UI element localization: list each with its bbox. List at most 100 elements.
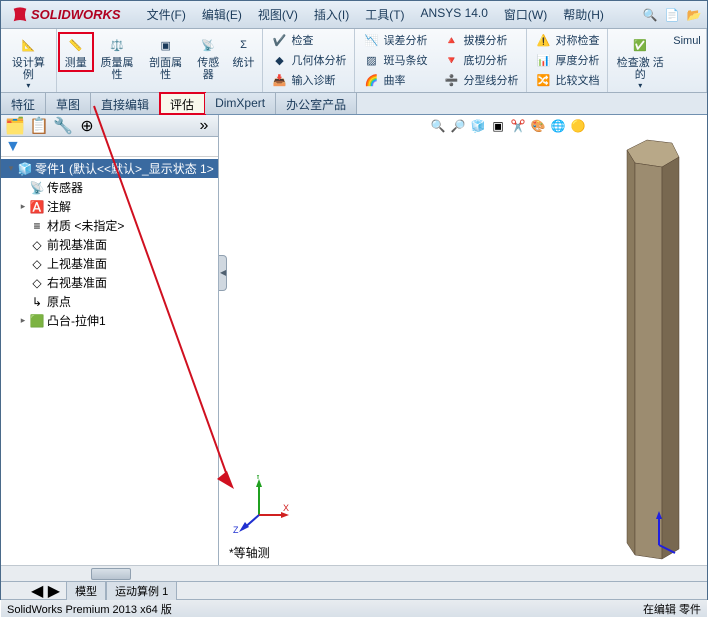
compare-icon: 🔀 — [535, 72, 551, 88]
design-study-button[interactable]: 📐 设计算 例 ▾ — [3, 33, 54, 92]
render-icon[interactable]: 🟡 — [569, 117, 587, 135]
draft-button[interactable]: 🔺拔模分析 — [439, 31, 522, 49]
tree-extrude[interactable]: ▸🟩凸台-拉伸1 — [1, 311, 218, 330]
scene-icon[interactable]: 🎨 — [529, 117, 547, 135]
check-button[interactable]: ✔️检查 — [267, 31, 350, 49]
feature-tree-tab[interactable]: 🗂️ — [5, 117, 25, 135]
undercut-button[interactable]: 🔻底切分析 — [439, 51, 522, 69]
sensor-button[interactable]: 📡 传感器 — [190, 33, 227, 83]
menu-tools[interactable]: 工具(T) — [357, 2, 412, 27]
tree-origin[interactable]: ↳原点 — [1, 292, 218, 311]
tab-office[interactable]: 办公室产品 — [276, 93, 357, 114]
scrollbar-horizontal[interactable] — [1, 565, 707, 581]
command-tabs: 特征 草图 直接编辑 评估 DimXpert 办公室产品 — [1, 93, 707, 115]
measure-icon: 📏 — [66, 35, 86, 55]
tree-root[interactable]: ▾🧊零件1 (默认<<默认>_显示状态 1> — [1, 159, 218, 178]
zebra-icon: ▨ — [363, 52, 379, 68]
dimxpert-tab[interactable]: ⊕ — [77, 117, 97, 135]
tab-dimxpert[interactable]: DimXpert — [205, 93, 276, 114]
compare-button[interactable]: 🔀比较文档 — [531, 71, 603, 89]
geometry-button[interactable]: ◆几何体分析 — [267, 51, 350, 69]
geometry-icon: ◆ — [271, 52, 287, 68]
thickness-button[interactable]: 📊厚度分析 — [531, 51, 603, 69]
thickness-icon: 📊 — [535, 52, 551, 68]
section-props-button[interactable]: ▣ 剖面属 性 — [141, 33, 190, 83]
tab-model[interactable]: 模型 — [66, 581, 106, 600]
mass-props-button[interactable]: ⚖️ 质量属 性 — [93, 33, 142, 83]
symmetry-icon: ⚠️ — [535, 32, 551, 48]
undercut-icon: 🔻 — [443, 52, 459, 68]
solidworks-icon — [11, 6, 29, 24]
tree-sensors[interactable]: 📡传感器 — [1, 178, 218, 197]
view-orient-icon[interactable]: 🧊 — [469, 117, 487, 135]
app-logo: SOLIDWORKS — [1, 6, 131, 24]
tab-motion[interactable]: 运动算例 1 — [106, 581, 177, 600]
menu-help[interactable]: 帮助(H) — [555, 2, 612, 27]
curvature-button[interactable]: 🌈曲率 — [359, 71, 431, 89]
check-active-icon: ✅ — [630, 35, 650, 55]
titlebar: SOLIDWORKS 文件(F) 编辑(E) 视图(V) 插入(I) 工具(T)… — [1, 1, 707, 29]
view-label: *等轴测 — [229, 544, 270, 561]
tree-material[interactable]: ≡材质 <未指定> — [1, 216, 218, 235]
model-hexagonal-prism — [617, 135, 697, 565]
svg-text:Z: Z — [233, 525, 239, 535]
coordinate-triad: Y X Z — [229, 475, 289, 535]
chevron-down-icon: ▾ — [26, 81, 30, 90]
parting-button[interactable]: ➗分型线分析 — [439, 71, 522, 89]
svg-text:X: X — [283, 503, 289, 513]
tree-right-plane[interactable]: ◇右视基准面 — [1, 273, 218, 292]
new-icon[interactable]: 📄 — [663, 6, 681, 24]
app-name: SOLIDWORKS — [31, 7, 121, 22]
input-diag-button[interactable]: 📥输入诊断 — [267, 71, 350, 89]
deviation-button[interactable]: 📉误差分析 — [359, 31, 431, 49]
sensor-icon: 📡 — [198, 35, 218, 55]
filter-icon[interactable]: ▼ — [5, 138, 21, 156]
zebra-button[interactable]: ▨斑马条纹 — [359, 51, 431, 69]
menu-view[interactable]: 视图(V) — [250, 2, 306, 27]
symmetry-button[interactable]: ⚠️对称检查 — [531, 31, 603, 49]
tree-annotations[interactable]: ▸🅰️注解 — [1, 197, 218, 216]
panel-chevron-icon[interactable]: » — [194, 117, 214, 135]
menu-window[interactable]: 窗口(W) — [496, 2, 555, 27]
tabs-nav-icon[interactable]: ◀ ▶ — [31, 581, 60, 601]
tab-sketch[interactable]: 草图 — [46, 93, 91, 114]
zoom-area-icon[interactable]: 🔎 — [449, 117, 467, 135]
search-icon[interactable]: 🔍 — [641, 6, 659, 24]
config-tab[interactable]: 🔧 — [53, 117, 73, 135]
feature-manager-panel: 🗂️ 📋 🔧 ⊕ » ▼ ▾🧊零件1 (默认<<默认>_显示状态 1> 📡传感器… — [1, 115, 219, 565]
view-toolbar: 🔍 🔎 🧊 ▣ ✂️ 🎨 🌐 🟡 — [429, 117, 587, 135]
menu-ansys[interactable]: ANSYS 14.0 — [413, 2, 496, 27]
display-style-icon[interactable]: ▣ — [489, 117, 507, 135]
tab-feature[interactable]: 特征 — [1, 93, 46, 114]
check-active-button[interactable]: ✅ 检查激 活的 ▾ — [610, 33, 670, 92]
open-icon[interactable]: 📂 — [685, 6, 703, 24]
tree-front-plane[interactable]: ◇前视基准面 — [1, 235, 218, 254]
zoom-fit-icon[interactable]: 🔍 — [429, 117, 447, 135]
material-icon: ≡ — [29, 218, 45, 234]
statistics-button[interactable]: Σ 统计 — [226, 33, 260, 71]
tab-direct-edit[interactable]: 直接编辑 — [91, 93, 160, 114]
parting-icon: ➗ — [443, 72, 459, 88]
panel-splitter[interactable] — [219, 255, 227, 291]
menu-file[interactable]: 文件(F) — [139, 2, 194, 27]
menu-insert[interactable]: 插入(I) — [306, 2, 357, 27]
tree-top-plane[interactable]: ◇上视基准面 — [1, 254, 218, 273]
plane-icon: ◇ — [29, 237, 45, 253]
apply-scene-icon[interactable]: 🌐 — [549, 117, 567, 135]
simulation-button[interactable]: Simul — [670, 33, 704, 49]
origin-icon: ↳ — [29, 294, 45, 310]
scroll-thumb[interactable] — [91, 568, 131, 580]
property-tab[interactable]: 📋 — [29, 117, 49, 135]
status-version: SolidWorks Premium 2013 x64 版 — [7, 601, 172, 617]
menubar: 文件(F) 编辑(E) 视图(V) 插入(I) 工具(T) ANSYS 14.0… — [139, 2, 612, 27]
viewport[interactable]: 🔍 🔎 🧊 ▣ ✂️ 🎨 🌐 🟡 Y X Z *等轴测 — [219, 115, 707, 565]
input-diag-icon: 📥 — [271, 72, 287, 88]
plane-icon: ◇ — [29, 275, 45, 291]
chevron-down-icon: ▾ — [638, 81, 642, 90]
measure-button[interactable]: 📏 测量 — [59, 33, 93, 71]
tab-evaluate[interactable]: 评估 — [160, 93, 205, 114]
menu-edit[interactable]: 编辑(E) — [194, 2, 250, 27]
section-view-icon[interactable]: ✂️ — [509, 117, 527, 135]
title-icons: 🔍 📄 📂 — [641, 6, 707, 24]
sensor-icon: 📡 — [29, 180, 45, 196]
